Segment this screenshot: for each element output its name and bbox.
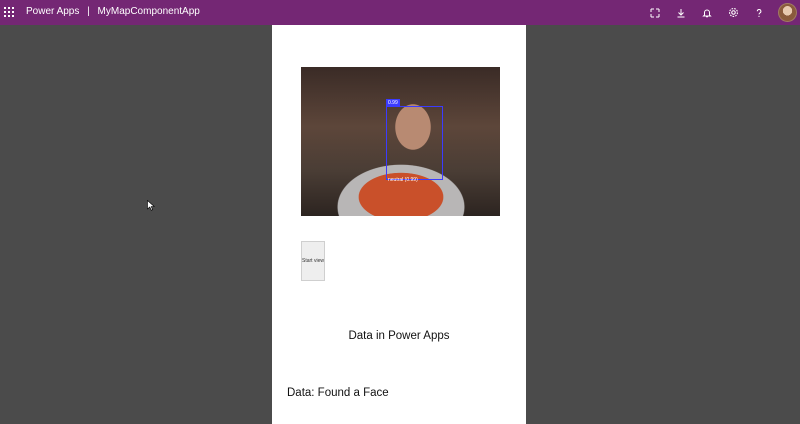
data-heading: Data in Power Apps (348, 330, 450, 342)
top-bar: Power Apps | MyMapComponentApp (0, 0, 800, 25)
app-canvas: 0.99 neutral (0.99) Start view Data in P… (272, 25, 526, 424)
help-icon[interactable] (746, 0, 772, 25)
avatar[interactable] (778, 3, 797, 22)
app-launcher-icon[interactable] (4, 7, 14, 17)
face-emotion-label: neutral (0.99) (388, 177, 418, 183)
breadcrumb-separator: | (87, 6, 90, 17)
face-bounding-box (386, 106, 443, 180)
fit-to-window-icon[interactable] (642, 0, 668, 25)
gear-icon[interactable] (720, 0, 746, 25)
app-name[interactable]: Power Apps (26, 6, 79, 17)
download-icon[interactable] (668, 0, 694, 25)
mouse-pointer-icon (147, 198, 155, 216)
breadcrumb: Power Apps | MyMapComponentApp (26, 6, 200, 17)
bell-icon[interactable] (694, 0, 720, 25)
document-title: MyMapComponentApp (97, 6, 200, 17)
topbar-actions (642, 0, 800, 25)
face-confidence-tag: 0.99 (386, 99, 400, 107)
data-result-label: Data: Found a Face (287, 387, 389, 399)
camera-feed-image: 0.99 neutral (0.99) (301, 67, 500, 216)
start-view-button[interactable]: Start view (301, 241, 325, 281)
